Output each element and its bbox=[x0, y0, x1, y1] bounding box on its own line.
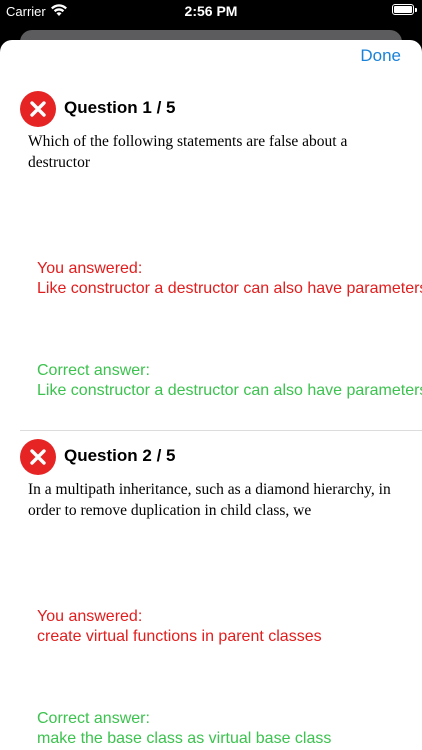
correct-answer-label: Correct answer: bbox=[37, 362, 150, 379]
x-circle-icon bbox=[20, 91, 56, 127]
status-bar: Carrier 2:56 PM bbox=[0, 0, 422, 24]
question-text: Which of the following statements are fa… bbox=[28, 133, 348, 171]
you-answered-label: You answered: bbox=[37, 608, 143, 625]
battery-icon bbox=[392, 4, 417, 15]
divider bbox=[20, 430, 422, 431]
you-answered-label: You answered: bbox=[37, 260, 143, 277]
correct-answer-value: Like constructor a destructor can also h… bbox=[37, 382, 422, 399]
screen: Carrier 2:56 PM Done Question 1 / 5 Whic… bbox=[0, 0, 422, 750]
clock-time: 2:56 PM bbox=[184, 3, 238, 19]
results-sheet: Done Question 1 / 5 Which of the followi… bbox=[0, 40, 422, 750]
done-button[interactable]: Done bbox=[360, 46, 401, 66]
x-circle-icon bbox=[20, 439, 56, 475]
you-answered-value: Like constructor a destructor can also h… bbox=[37, 280, 422, 297]
question-title: Question 1 / 5 bbox=[64, 98, 176, 117]
correct-answer-value: make the base class as virtual base clas… bbox=[37, 730, 332, 747]
question-text: In a multipath inheritance, such as a di… bbox=[28, 481, 391, 519]
correct-answer-label: Correct answer: bbox=[37, 710, 150, 727]
you-answered-value: create virtual functions in parent class… bbox=[37, 628, 322, 645]
question-title: Question 2 / 5 bbox=[64, 446, 176, 465]
